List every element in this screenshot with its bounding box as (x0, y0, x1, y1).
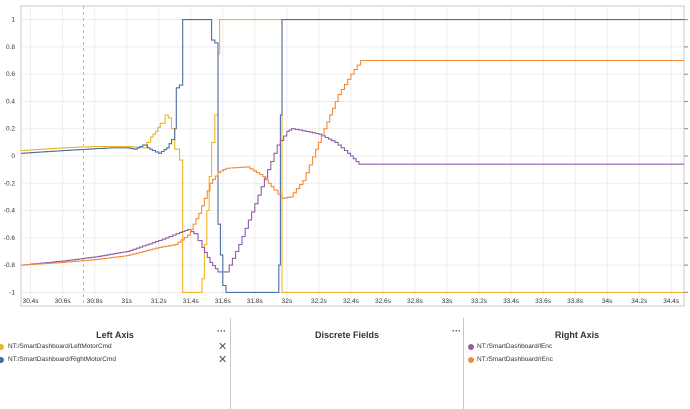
y-tick-label: -0.2 (4, 180, 16, 187)
x-tick-label: 30.4s (23, 298, 40, 305)
line-chart[interactable]: 30.4s 30.6s 30.8s 31s 31.2s 31.4s 31.6s 31.8s 32… (0, 0, 690, 308)
right-axis-title: Right Axis (554, 330, 600, 340)
y-tick-label: 0 (11, 153, 15, 160)
x-tick-label: 31.2s (151, 298, 168, 305)
x-tick-label: 32.6s (375, 298, 392, 305)
x-tick-label: 34.2s (631, 298, 648, 305)
x-tick-label: 34s (602, 298, 613, 305)
series-label: NT:/SmartDashboard/lEnc (477, 343, 553, 350)
x-tick-label: 33.4s (503, 298, 520, 305)
y-tick-label: -1 (9, 289, 15, 296)
x-tick-label: 33.8s (567, 298, 584, 305)
x-tick-label: 31s (121, 298, 132, 305)
left-axis-menu-button[interactable]: ··· (217, 326, 226, 336)
x-tick-label: 32.4s (343, 298, 360, 305)
remove-series-icon[interactable]: ✕ (218, 342, 227, 353)
chart-svg[interactable]: 30.4s 30.6s 30.8s 31s 31.2s 31.4s 31.6s 31.8s 32… (0, 0, 690, 308)
x-tick-label: 34.4s (663, 298, 680, 305)
y-tick-label: -0.6 (4, 235, 16, 242)
y-tick-label: 0.4 (6, 98, 15, 105)
series-color-swatch (0, 344, 4, 350)
series-color-swatch (468, 357, 474, 363)
series-color-swatch (0, 357, 4, 363)
series-label: NT:/SmartDashboard/RightMotorCmd (8, 356, 117, 363)
y-tick-label: -0.4 (4, 208, 16, 215)
left-axis-title: Left Axis (96, 330, 134, 340)
left-axis-panel: Left Axis ··· NT:/SmartDashboard/LeftMot… (0, 318, 230, 409)
series-label: NT:/SmartDashboard/LeftMotorCmd (8, 343, 112, 350)
x-tick-label: 31.6s (215, 298, 232, 305)
right-axis-item[interactable]: NT:/SmartDashboard/rEnc (464, 355, 684, 367)
x-tick-label: 31.4s (183, 298, 200, 305)
x-tick-label: 33.2s (471, 298, 488, 305)
x-tick-label: 30.6s (55, 298, 72, 305)
x-tick-label: 32s (282, 298, 293, 305)
series-color-swatch (468, 344, 474, 350)
x-tick-label: 32.8s (407, 298, 424, 305)
right-axis-panel: Right Axis NT:/SmartDashboard/lEnc NT:/S… (464, 318, 690, 409)
y-tick-label: 1 (11, 17, 15, 24)
y-tick-label: 0.8 (6, 44, 15, 51)
x-tick-label: 33s (442, 298, 453, 305)
discrete-fields-menu-button[interactable]: ··· (452, 326, 461, 336)
y-tick-label: 0.6 (6, 71, 15, 78)
y-tick-label: 0.2 (6, 126, 15, 133)
left-axis-item[interactable]: NT:/SmartDashboard/RightMotorCmd ✕ (0, 355, 230, 367)
x-tick-label: 32.2s (311, 298, 328, 305)
series-label: NT:/SmartDashboard/rEnc (477, 356, 553, 363)
remove-series-icon[interactable]: ✕ (218, 355, 227, 366)
x-tick-label: 31.8s (247, 298, 264, 305)
discrete-fields-panel: Discrete Fields ··· (231, 318, 463, 409)
y-tick-label: -0.8 (4, 262, 16, 269)
discrete-fields-title: Discrete Fields (314, 330, 380, 340)
left-axis-item[interactable]: NT:/SmartDashboard/LeftMotorCmd ✕ (0, 342, 230, 354)
right-axis-item[interactable]: NT:/SmartDashboard/lEnc (464, 342, 684, 354)
x-tick-label: 30.8s (87, 298, 104, 305)
x-tick-label: 33.6s (535, 298, 552, 305)
axis-panels: Left Axis ··· NT:/SmartDashboard/LeftMot… (0, 318, 690, 409)
